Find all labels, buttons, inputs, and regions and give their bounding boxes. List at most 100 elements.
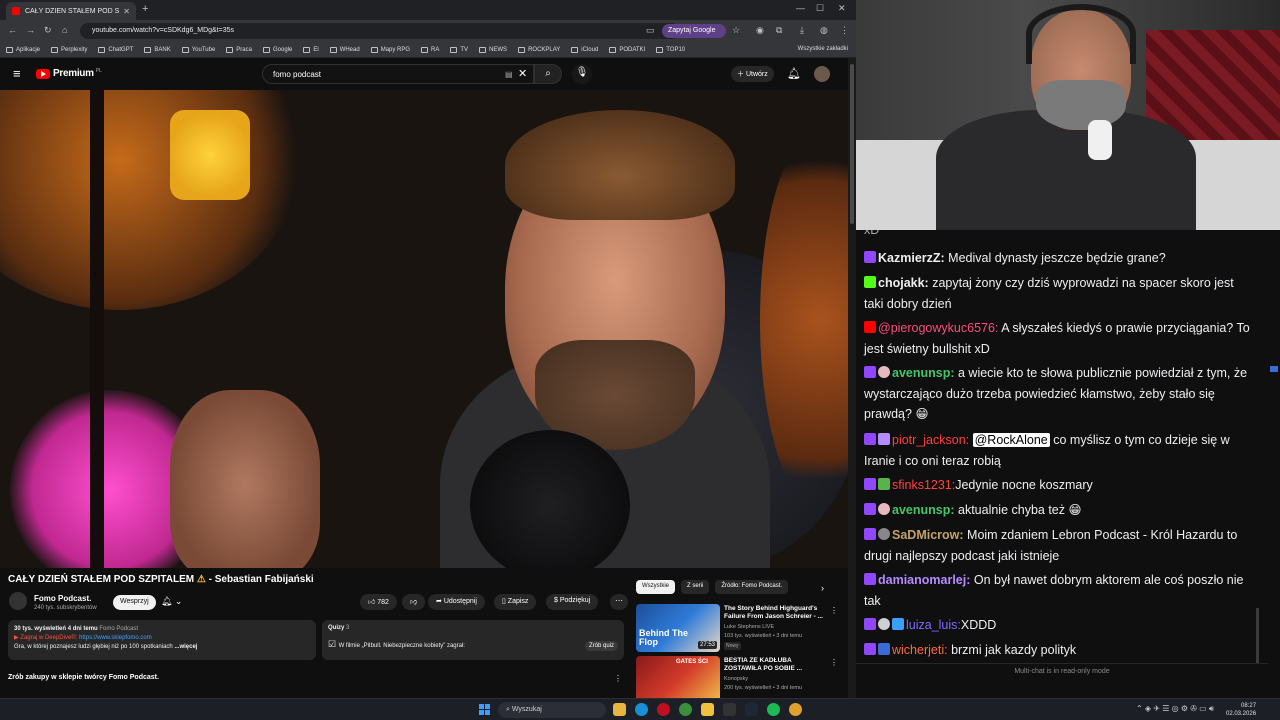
recommendation-item[interactable]: Behind The Flop 27:53 The Story Behind H… — [636, 604, 842, 652]
all-bookmarks-folder[interactable]: Wszystkie zakładki — [798, 46, 848, 52]
search-button[interactable]: ⌕ — [534, 64, 562, 84]
cast-icon[interactable]: ▭ — [646, 25, 655, 36]
close-tab-icon[interactable]: ✕ — [123, 7, 130, 16]
bookmark-item[interactable]: TV — [450, 46, 468, 53]
browser-menu-icon[interactable]: ⋮ — [840, 25, 849, 36]
bookmark-folder[interactable]: El — [303, 46, 319, 53]
recommendation-item[interactable]: GATES ŚCI BESTIA ZE KADŁUBA ZOSTAWIŁA PO… — [636, 656, 842, 698]
url-field[interactable]: youtube.com/watch?v=cSDKdg6_MDg&t=35s — [80, 23, 680, 39]
download-icon[interactable] — [723, 703, 736, 716]
new-tab-icon[interactable]: + — [142, 3, 148, 15]
maximize-icon[interactable]: ☐ — [816, 3, 824, 14]
chat-scrollbar[interactable] — [1254, 230, 1262, 670]
chrome-icon[interactable] — [679, 703, 692, 716]
clock[interactable]: 08:27 02.03.2026 — [1226, 702, 1256, 718]
bookmark-folder[interactable]: NEWS — [479, 46, 507, 53]
shop-more-icon[interactable]: ⋮ — [614, 674, 622, 683]
extension-icon[interactable]: ◉ — [756, 25, 764, 36]
page-scrollbar[interactable] — [848, 58, 856, 698]
bookmark-item[interactable]: Aplikacje — [6, 46, 40, 53]
close-window-icon[interactable]: ✕ — [838, 3, 846, 14]
bookmark-folder[interactable]: YouTube — [181, 46, 215, 53]
hamburger-menu-icon[interactable]: ≡ — [13, 66, 21, 81]
create-button[interactable]: ＋ Utwórz — [731, 66, 774, 82]
home-icon[interactable]: ⌂ — [62, 25, 67, 35]
notifications-icon[interactable]: 🔔︎ — [787, 67, 801, 80]
take-quiz-button[interactable]: Zrób quiz — [584, 641, 618, 651]
chat-username[interactable]: SaDMicrow: — [892, 528, 964, 542]
profile-icon[interactable]: ◍ — [820, 25, 828, 36]
bookmark-item[interactable]: TOP10 — [656, 46, 685, 53]
channel-avatar[interactable] — [9, 592, 27, 610]
voice-search-button[interactable]: 🎙 — [572, 64, 592, 84]
youtube-logo[interactable]: Premium PL — [36, 68, 102, 79]
keyboard-icon[interactable]: ▤ — [505, 70, 513, 79]
bookmark-item[interactable]: ROCKPLAY — [518, 46, 560, 53]
bookmark-folder[interactable]: PODATKI — [609, 46, 645, 53]
file-explorer-icon[interactable] — [613, 703, 626, 716]
chat-username[interactable]: avenunsp: — [892, 503, 955, 517]
like-button[interactable]: 👍︎ 782 — [360, 594, 397, 610]
bookmark-item[interactable]: RA — [421, 46, 439, 53]
steam-icon[interactable] — [745, 703, 758, 716]
avatar[interactable] — [814, 66, 830, 82]
bookmark-folder[interactable]: Mapy RPG — [370, 46, 410, 53]
bookmark-folder[interactable]: BANK — [144, 46, 171, 53]
bookmark-item[interactable]: ChatGPT — [98, 46, 133, 53]
chat-username[interactable]: wicherjeti: — [892, 643, 948, 657]
thanks-button[interactable]: $ Podziękuj — [546, 594, 599, 610]
show-more-link[interactable]: ...więcej — [174, 644, 197, 650]
ask-google-button[interactable]: Zapytaj Google — [662, 24, 726, 38]
notes-icon[interactable] — [701, 703, 714, 716]
bookmark-folder[interactable]: Praca — [226, 46, 252, 53]
chip-series[interactable]: Z serii — [681, 580, 710, 594]
chat-mention[interactable]: @RockAlone — [972, 433, 1050, 447]
chip-all[interactable]: Wszystkie — [636, 580, 675, 594]
windows-start-icon[interactable] — [479, 704, 491, 716]
more-options-icon[interactable]: ⋮ — [830, 606, 838, 615]
edge-icon[interactable] — [635, 703, 648, 716]
bookmark-star-icon[interactable]: ☆ — [732, 25, 740, 36]
extensions-puzzle-icon[interactable]: ⧉ — [776, 25, 782, 36]
clear-search-icon[interactable]: ✕ — [518, 67, 527, 80]
support-button[interactable]: Wesprzyj — [113, 595, 156, 610]
system-tray[interactable]: ⌃ ◈ ✈ ☰ ◎ ⚙ ✇ ▭ 🔊︎ — [1136, 704, 1214, 714]
taskbar-search[interactable]: ⌕ Wyszukaj — [498, 702, 606, 718]
chrome-active-icon[interactable] — [789, 703, 802, 716]
more-options-icon[interactable]: ⋮ — [830, 658, 838, 667]
chat-username[interactable]: avenunsp: — [892, 366, 955, 380]
share-button[interactable]: ➦ Udostępnij — [428, 594, 485, 610]
search-input[interactable]: fomo podcast — [262, 64, 534, 84]
bookmark-folder[interactable]: iCloud — [571, 46, 598, 53]
scrollbar-thumb[interactable] — [850, 64, 854, 224]
bookmark-folder[interactable]: Google — [262, 46, 292, 53]
minimize-icon[interactable]: — — [796, 3, 805, 13]
reload-icon[interactable]: ↻ — [44, 25, 52, 36]
save-button[interactable]: ▯ Zapisz — [494, 594, 537, 610]
opera-icon[interactable] — [657, 703, 670, 716]
scrollbar-thumb[interactable] — [1256, 608, 1259, 664]
quiz-box[interactable]: Quizy 3 ☑ W filmie „Pitbull. Niebezpiecz… — [322, 620, 624, 660]
chat-username[interactable]: piotr_jackson: — [892, 433, 969, 447]
subscription-bell-icon[interactable]: 🔔︎ ⌄ — [161, 596, 182, 607]
more-actions-icon[interactable]: ⋯ — [610, 594, 628, 610]
chat-username[interactable]: sfinks1231: — [892, 478, 955, 492]
description-box[interactable]: 30 tys. wyświetleń 4 dni temu Fomo Podca… — [8, 620, 316, 660]
chat-username[interactable]: @pierogowykuc6576: — [878, 321, 998, 335]
spotify-icon[interactable] — [767, 703, 780, 716]
forward-icon[interactable]: → — [26, 25, 35, 35]
bookmark-item[interactable]: Perplexity — [51, 46, 87, 53]
video-player[interactable] — [0, 90, 848, 568]
back-icon[interactable]: ← — [8, 25, 17, 35]
chat-username[interactable]: chojakk: — [878, 276, 929, 290]
chip-source[interactable]: Źródło: Fomo Podcast. — [715, 580, 789, 594]
download-icon[interactable]: ⤓ — [800, 25, 804, 36]
dislike-button[interactable]: 👎︎ — [402, 594, 426, 610]
chat-username[interactable]: luiza_luis: — [906, 618, 961, 632]
channel-name[interactable]: Fomo Podcast. — [34, 594, 91, 603]
tab-youtube[interactable]: CAŁY DZIEŃ STAŁEM POD SZPI ✕ — [6, 2, 136, 20]
chat-username[interactable]: KazmierzZ: — [878, 251, 945, 265]
chevron-right-icon[interactable]: › — [821, 583, 824, 593]
chat-username[interactable]: damianomarlej: — [878, 573, 970, 587]
bookmark-item[interactable]: WHead — [329, 46, 360, 53]
